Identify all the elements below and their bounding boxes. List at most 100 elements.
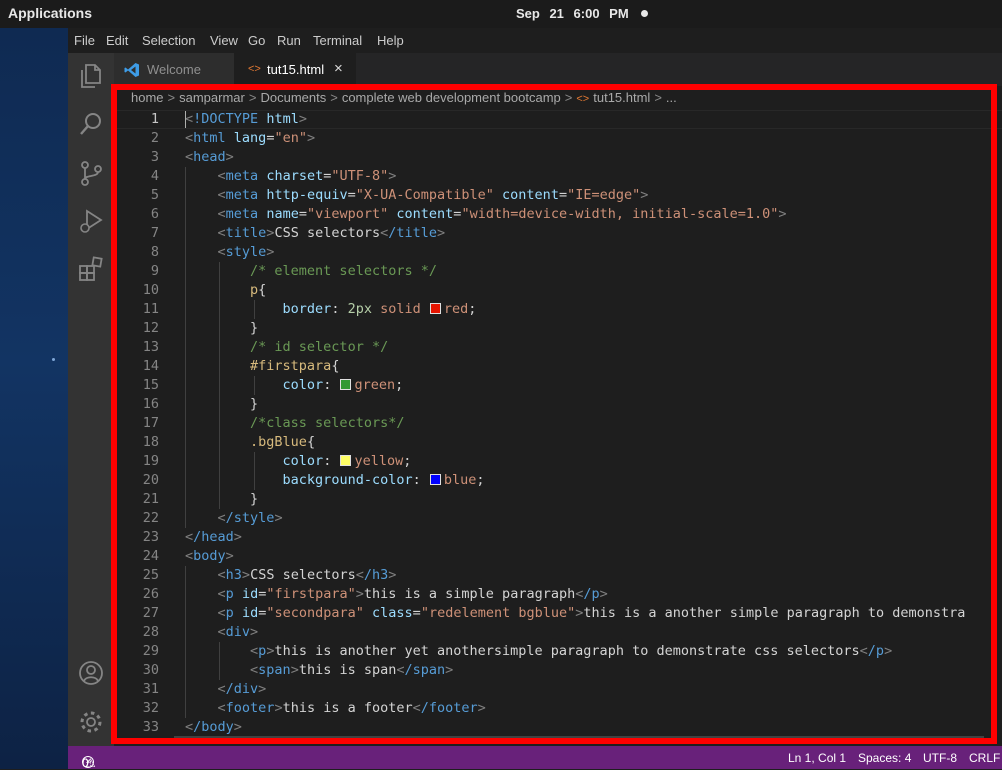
code-line[interactable]: 25 <h3>CSS selectors</h3> — [114, 566, 1002, 585]
line-number: 22 — [142, 510, 159, 526]
code-area[interactable]: 1 <!DOCTYPE html> 2 <html lang="en"> 3 <head>… — [114, 110, 1002, 737]
code-line[interactable]: 7 <title>CSS selectors</title> — [114, 224, 1002, 243]
code-line[interactable]: 31 </div> — [114, 680, 1002, 699]
extensions-icon[interactable] — [76, 254, 106, 284]
code-line[interactable]: 5 <meta http-equiv="X-UA-Compatible" con… — [114, 186, 1002, 205]
line-number: 5 — [150, 187, 159, 203]
cursor-position[interactable]: Ln 1, Col 1 — [788, 751, 846, 765]
settings-gear-icon[interactable] — [76, 707, 106, 737]
code-line[interactable]: 1 <!DOCTYPE html> — [114, 110, 1002, 129]
horizontal-scrollbar[interactable] — [174, 736, 984, 744]
code-text: <style> — [217, 244, 275, 260]
menu-help[interactable]: Help — [377, 33, 404, 48]
breadcrumb-separator: > — [248, 90, 257, 105]
breadcrumb-bootcamp[interactable]: complete web development bootcamp — [342, 90, 561, 105]
text-cursor — [185, 111, 186, 128]
code-line[interactable]: 23 </head> — [114, 528, 1002, 547]
system-top-bar: Applications Sep 21 6:00 PM — [0, 0, 1002, 28]
code-text: <!DOCTYPE html> — [185, 111, 307, 127]
code-line[interactable]: 8 <style> — [114, 243, 1002, 262]
run-debug-icon[interactable] — [76, 206, 106, 236]
code-line[interactable]: 27 <p id="secondpara" class="redelement … — [114, 604, 1002, 623]
code-line[interactable]: 18 .bgBlue{ — [114, 433, 1002, 452]
code-text: <div> — [217, 624, 259, 640]
code-text: } — [185, 320, 259, 336]
code-line[interactable]: 4 <meta charset="UTF-8"> — [114, 167, 1002, 186]
line-number: 12 — [142, 320, 159, 336]
files-icon[interactable] — [76, 61, 106, 91]
code-line[interactable]: 28 <div> — [114, 623, 1002, 642]
color-swatch-blue[interactable] — [429, 474, 441, 485]
system-clock[interactable]: Sep 21 6:00 PM — [516, 6, 629, 21]
breadcrumb-separator: > — [564, 90, 573, 105]
code-line[interactable]: 21 } — [114, 490, 1002, 509]
activity-bar — [68, 53, 114, 746]
code-line[interactable]: 3 <head> — [114, 148, 1002, 167]
tab-welcome[interactable]: Welcome — [114, 53, 234, 86]
applications-menu[interactable]: Applications — [8, 5, 92, 21]
breadcrumb-file[interactable]: tut15.html — [593, 90, 650, 105]
code-line[interactable]: 19 color: yellow; — [114, 452, 1002, 471]
menu-selection[interactable]: Selection — [142, 33, 195, 48]
code-text: <footer>this is a footer</footer> — [217, 700, 486, 716]
line-number: 8 — [150, 244, 159, 260]
tab-tut15-html[interactable]: <> tut15.html × — [234, 53, 356, 86]
code-line[interactable]: 16 } — [114, 395, 1002, 414]
code-text: </head> — [185, 529, 242, 545]
color-swatch-yellow[interactable] — [340, 455, 352, 466]
code-line[interactable]: 32 <footer>this is a footer</footer> — [114, 699, 1002, 718]
color-swatch-green[interactable] — [340, 379, 352, 390]
menu-edit[interactable]: Edit — [106, 33, 128, 48]
breadcrumb-samparmar[interactable]: samparmar — [179, 90, 245, 105]
code-text: /*class selectors*/ — [250, 415, 405, 431]
close-tab-icon[interactable]: × — [334, 60, 343, 77]
code-line[interactable]: 20 background-color: blue; — [114, 471, 1002, 490]
html-file-icon: <> — [576, 93, 590, 105]
menu-go[interactable]: Go — [248, 33, 265, 48]
code-line[interactable]: 17 /*class selectors*/ — [114, 414, 1002, 433]
code-text: /* element selectors */ — [250, 263, 437, 279]
code-line[interactable]: 14 #firstpara{ — [114, 357, 1002, 376]
code-editor[interactable]: home > samparmar > Documents > complete web de… — [114, 86, 1002, 746]
line-number: 25 — [142, 567, 159, 583]
line-number: 26 — [142, 586, 159, 602]
tab-tut15-label: tut15.html — [267, 62, 325, 77]
code-text: #firstpara{ — [250, 358, 340, 374]
menu-file[interactable]: File — [74, 33, 95, 48]
code-line[interactable]: 29 <p>this is another yet anothersimple … — [114, 642, 1002, 661]
code-line[interactable]: 6 <meta name="viewport" content="width=d… — [114, 205, 1002, 224]
menu-view[interactable]: View — [210, 33, 238, 48]
file-encoding[interactable]: UTF-8 — [923, 751, 957, 765]
color-swatch-red[interactable] — [429, 303, 441, 314]
line-number: 31 — [142, 681, 159, 697]
source-control-icon[interactable] — [76, 158, 106, 188]
code-line[interactable]: 22 </style> — [114, 509, 1002, 528]
code-line[interactable]: 9 /* element selectors */ — [114, 262, 1002, 281]
code-text: </body> — [185, 719, 242, 735]
code-text: <body> — [185, 548, 234, 564]
breadcrumb-documents[interactable]: Documents — [260, 90, 326, 105]
code-line[interactable]: 12 } — [114, 319, 1002, 338]
breadcrumb-more[interactable]: ... — [666, 90, 677, 105]
menu-run[interactable]: Run — [277, 33, 301, 48]
code-line[interactable]: 2 <html lang="en"> — [114, 129, 1002, 148]
code-text: <p>this is another yet anothersimple par… — [250, 643, 893, 659]
html-code-icon: <> — [248, 63, 261, 75]
end-of-line[interactable]: CRLF — [969, 751, 1000, 765]
code-line[interactable]: 13 /* id selector */ — [114, 338, 1002, 357]
code-text: /* id selector */ — [250, 339, 389, 355]
code-line[interactable]: 33 </body> — [114, 718, 1002, 737]
tab-welcome-label: Welcome — [147, 62, 201, 77]
code-line[interactable]: 24 <body> — [114, 547, 1002, 566]
code-text: <head> — [185, 149, 234, 165]
menu-terminal[interactable]: Terminal — [313, 33, 362, 48]
search-icon[interactable] — [76, 109, 106, 139]
code-line[interactable]: 10 p{ — [114, 281, 1002, 300]
breadcrumb-home[interactable]: home — [131, 90, 164, 105]
code-line[interactable]: 26 <p id="firstpara">this is a simple pa… — [114, 585, 1002, 604]
code-line[interactable]: 15 color: green; — [114, 376, 1002, 395]
code-line[interactable]: 30 <span>this is span</span> — [114, 661, 1002, 680]
account-icon[interactable] — [76, 658, 106, 688]
code-line[interactable]: 11 border: 2px solid red; — [114, 300, 1002, 319]
indentation[interactable]: Spaces: 4 — [858, 751, 911, 765]
